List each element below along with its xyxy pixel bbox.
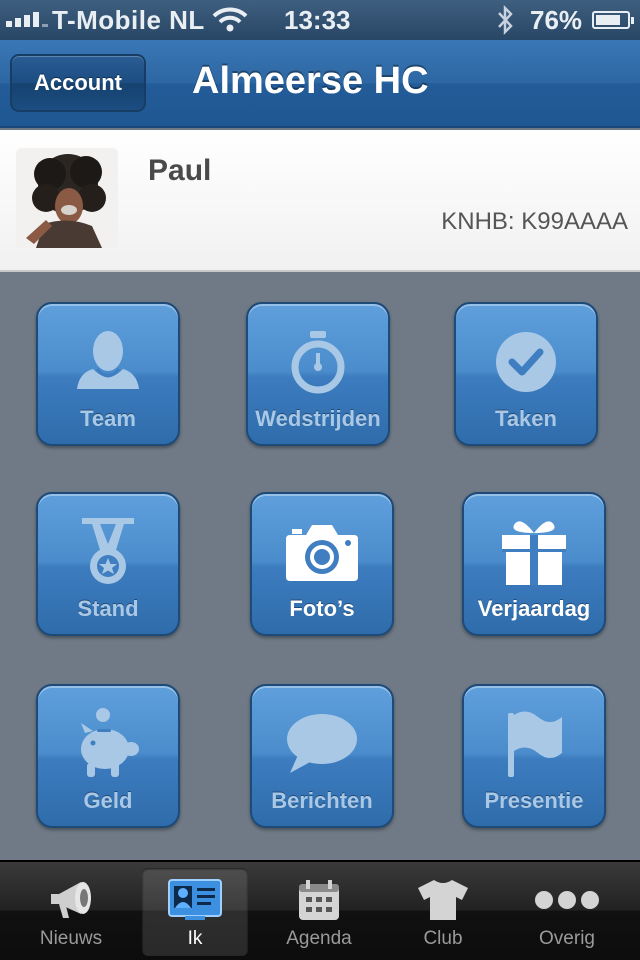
tab-bar: Nieuws Ik Agenda Club Overig bbox=[0, 860, 640, 960]
status-bar: T-Mobile NL 13:33 76% bbox=[0, 0, 640, 40]
stopwatch-icon bbox=[248, 324, 388, 400]
medal-icon bbox=[38, 514, 178, 590]
account-button[interactable]: Account bbox=[10, 54, 146, 112]
id-card-icon bbox=[142, 876, 248, 924]
tile-verjaardag[interactable]: Verjaardag bbox=[462, 492, 606, 636]
tile-presentie[interactable]: Presentie bbox=[462, 684, 606, 828]
tab-ik[interactable]: Ik bbox=[142, 868, 248, 956]
tab-club[interactable]: Club bbox=[390, 868, 496, 956]
tile-geld[interactable]: Geld bbox=[36, 684, 180, 828]
tab-label: Agenda bbox=[286, 928, 352, 949]
tile-label: Taken bbox=[495, 406, 557, 431]
calendar-icon bbox=[266, 876, 372, 924]
tab-overig[interactable]: Overig bbox=[514, 868, 620, 956]
flag-icon bbox=[464, 706, 604, 782]
tile-stand[interactable]: Stand bbox=[36, 492, 180, 636]
bluetooth-icon bbox=[496, 4, 514, 43]
tile-taken[interactable]: Taken bbox=[454, 302, 598, 446]
tab-label: Nieuws bbox=[39, 928, 103, 949]
signal-strength-icon bbox=[6, 12, 48, 27]
tab-nieuws[interactable]: Nieuws bbox=[18, 868, 124, 956]
status-time: 13:33 bbox=[284, 5, 351, 35]
tab-label: Ik bbox=[187, 928, 203, 949]
checkmark-icon bbox=[456, 324, 596, 400]
piggy-bank-icon bbox=[38, 706, 178, 782]
menu-grid: Team Wedstrijden Taken Stand Foto’s Verj… bbox=[0, 272, 640, 860]
tab-agenda[interactable]: Agenda bbox=[266, 868, 372, 956]
avatar bbox=[16, 148, 118, 248]
wifi-icon bbox=[212, 7, 248, 40]
navigation-bar: Account Almeerse HC bbox=[0, 40, 640, 128]
tile-label: Foto’s bbox=[289, 596, 355, 621]
tile-label: Wedstrijden bbox=[255, 406, 381, 431]
tile-fotos[interactable]: Foto’s bbox=[250, 492, 394, 636]
megaphone-icon bbox=[18, 876, 124, 924]
tile-label: Stand bbox=[77, 596, 139, 621]
tile-wedstrijden[interactable]: Wedstrijden bbox=[246, 302, 390, 446]
tile-berichten[interactable]: Berichten bbox=[250, 684, 394, 828]
knhb-number: KNHB: K99AAAA bbox=[441, 208, 628, 235]
tile-label: Berichten bbox=[271, 788, 373, 813]
battery-percentage: 76% bbox=[530, 5, 583, 35]
tile-label: Presentie bbox=[484, 788, 584, 813]
tile-label: Geld bbox=[83, 788, 133, 813]
speech-bubble-icon bbox=[252, 706, 392, 782]
camera-icon bbox=[252, 514, 392, 590]
person-icon bbox=[38, 324, 178, 400]
profile-header[interactable]: Paul KNHB: K99AAAA bbox=[0, 130, 640, 272]
tab-label: Club bbox=[423, 928, 463, 949]
battery-icon bbox=[592, 11, 634, 29]
tab-label: Overig bbox=[539, 928, 595, 949]
shirt-icon bbox=[390, 876, 496, 924]
profile-name: Paul bbox=[148, 154, 212, 187]
tile-label: Verjaardag bbox=[477, 596, 591, 621]
tile-label: Team bbox=[80, 406, 136, 431]
carrier-name: T-Mobile NL bbox=[52, 5, 205, 35]
more-icon bbox=[514, 876, 620, 924]
gift-icon bbox=[464, 514, 604, 590]
page-title: Almeerse HC bbox=[192, 60, 429, 102]
tile-team[interactable]: Team bbox=[36, 302, 180, 446]
